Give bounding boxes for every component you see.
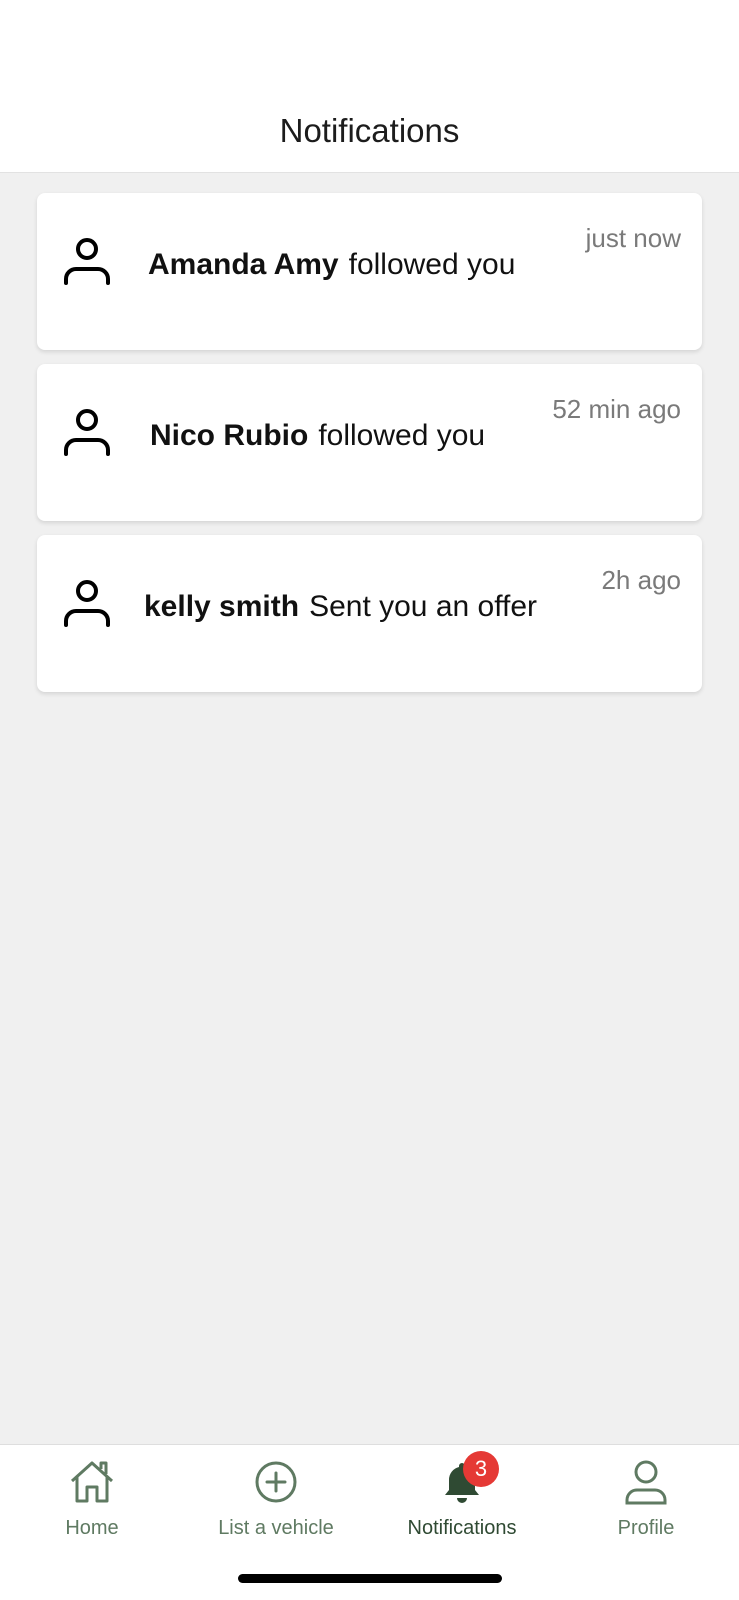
plus-circle-icon xyxy=(255,1461,297,1503)
user-icon xyxy=(64,580,110,627)
notification-card[interactable]: kelly smith Sent you an offer 2h ago xyxy=(37,535,702,692)
user-icon xyxy=(625,1460,667,1505)
tab-home[interactable]: Home xyxy=(0,1445,184,1555)
notification-time: 52 min ago xyxy=(552,394,681,424)
tab-profile[interactable]: Profile xyxy=(554,1445,738,1555)
tab-notifications[interactable]: 3 Notifications xyxy=(370,1445,554,1555)
notification-action: followed you xyxy=(318,419,486,452)
notification-user-name[interactable]: Amanda Amy xyxy=(148,248,339,281)
notification-time: 2h ago xyxy=(601,565,681,595)
tab-label: Home xyxy=(65,1517,119,1539)
tab-list-a-vehicle[interactable]: List a vehicle xyxy=(184,1445,368,1555)
home-indicator xyxy=(238,1574,502,1583)
notification-count-badge: 3 xyxy=(463,1451,499,1487)
notification-action: followed you xyxy=(348,248,516,281)
notification-list: Amanda Amy followed you just now Nico Rub… xyxy=(37,193,702,706)
tab-label: Notifications xyxy=(407,1517,517,1539)
notification-user-name[interactable]: kelly smith xyxy=(144,590,299,623)
user-icon xyxy=(64,238,110,285)
page-title: Notifications xyxy=(279,112,460,149)
notification-card[interactable]: Amanda Amy followed you just now xyxy=(37,193,702,350)
tab-label: Profile xyxy=(617,1517,675,1539)
notification-text: kelly smith Sent you an offer xyxy=(144,590,537,624)
notification-user-name[interactable]: Nico Rubio xyxy=(150,419,308,452)
bell-icon-wrap: 3 xyxy=(437,1451,499,1507)
header-bar: Notifications xyxy=(0,0,739,173)
tab-label: List a vehicle xyxy=(218,1517,334,1539)
notification-card[interactable]: Nico Rubio followed you 52 min ago xyxy=(37,364,702,521)
notification-action: Sent you an offer xyxy=(309,590,538,623)
notification-text: Nico Rubio followed you xyxy=(150,419,485,453)
user-icon xyxy=(64,409,110,456)
notification-text: Amanda Amy followed you xyxy=(148,248,515,282)
notification-time: just now xyxy=(585,223,681,253)
home-icon xyxy=(70,1461,114,1503)
